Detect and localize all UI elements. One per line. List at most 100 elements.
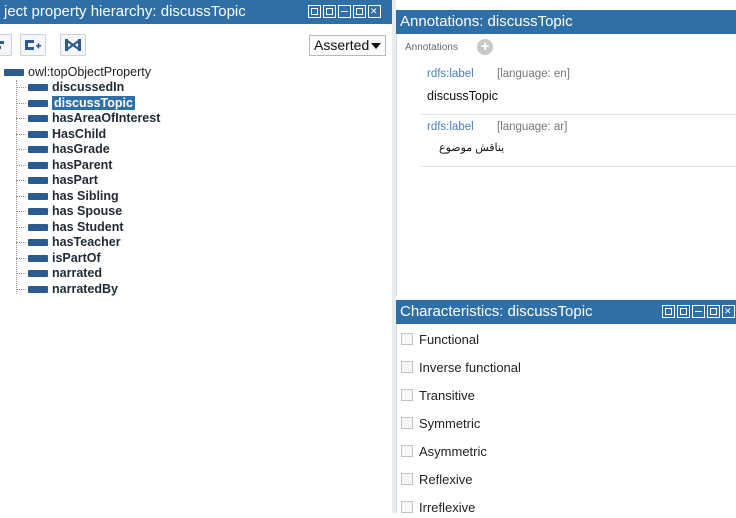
minimize-icon[interactable] [338, 5, 351, 18]
add-subproperty-button[interactable] [0, 34, 12, 56]
close-icon[interactable] [368, 5, 381, 18]
characteristics-panel: Functional Inverse functional Transitive Sy… [396, 324, 736, 515]
tree-connector [16, 102, 26, 104]
annotation-language: [language: ar] [497, 121, 568, 133]
characteristics-panel-title-bar: Characteristics: discussTopic [396, 300, 736, 324]
view-icon[interactable] [308, 5, 321, 18]
characteristic-checkbox[interactable] [401, 361, 413, 373]
tree-root-item[interactable]: owl:topObjectProperty [4, 65, 151, 79]
tree-connector [16, 195, 26, 197]
characteristic-checkbox[interactable] [401, 417, 413, 429]
tree-connector [16, 226, 26, 228]
close-icon[interactable] [722, 305, 735, 318]
characteristic-label: Functional [419, 332, 479, 347]
tree-item[interactable]: HasChild [16, 127, 106, 142]
characteristic-label: Reflexive [419, 472, 473, 487]
characteristics-panel-title: Characteristics: discussTopic [400, 303, 593, 320]
annotation-language: [language: en] [497, 68, 570, 80]
object-property-icon [28, 146, 48, 154]
maximize-icon[interactable] [707, 305, 720, 318]
asserted-inferred-dropdown[interactable]: Asserted [309, 35, 386, 56]
annotation-property-link[interactable]: rdfs:label [427, 68, 474, 80]
object-property-icon [28, 84, 48, 92]
delete-property-icon [65, 39, 81, 51]
minimize-icon[interactable] [692, 305, 705, 318]
characteristic-checkbox[interactable] [401, 333, 413, 345]
tree-connector [16, 211, 26, 213]
object-property-icon [28, 270, 48, 278]
tree-item[interactable]: hasPart [16, 173, 98, 188]
add-annotation-icon[interactable]: + [477, 39, 493, 55]
characteristic-checkbox[interactable] [401, 501, 413, 513]
tree-item-label: discussedIn [52, 80, 125, 94]
characteristics-window-controls [662, 305, 735, 319]
characteristic-option[interactable]: Asymmetric [401, 444, 487, 462]
tree-item[interactable]: discussTopic [16, 95, 135, 111]
characteristic-option[interactable]: Functional [401, 332, 479, 350]
tree-connector [16, 273, 26, 275]
characteristic-checkbox[interactable] [401, 389, 413, 401]
tree-item-label: narratedBy [52, 281, 118, 296]
tree-item[interactable]: hasGrade [16, 142, 110, 157]
view-icon[interactable] [662, 305, 675, 318]
object-property-icon [28, 285, 48, 293]
characteristic-checkbox[interactable] [401, 473, 413, 485]
object-property-icon [28, 161, 48, 169]
dropdown-selected-value: Asserted [314, 37, 370, 53]
tree-item[interactable]: discussedIn [16, 80, 124, 95]
tree-item[interactable]: narratedBy [16, 282, 118, 297]
tree-item[interactable]: hasParent [16, 158, 112, 173]
tree-item[interactable]: hasAreaOfInterest [16, 111, 160, 126]
characteristic-option[interactable]: Irreflexive [401, 500, 475, 518]
chevron-down-icon [371, 43, 381, 49]
annotation-value: discussTopic [427, 89, 498, 103]
tree-item[interactable]: has Student [16, 220, 124, 235]
split-icon[interactable] [323, 5, 336, 18]
object-property-icon [28, 130, 48, 138]
tree-item[interactable]: hasTeacher [16, 235, 121, 250]
hierarchy-window-controls [308, 5, 381, 19]
annotation-separator [421, 166, 736, 167]
object-property-icon [28, 254, 48, 262]
tree-connector [16, 149, 26, 151]
annotations-section-label: Annotations [405, 42, 458, 53]
maximize-icon[interactable] [353, 5, 366, 18]
tree-connector [16, 118, 26, 120]
object-property-icon [28, 208, 48, 216]
tree-item-label: hasParent [52, 157, 113, 172]
characteristic-label: Transitive [419, 388, 475, 403]
tree-item-label: has Student [52, 219, 124, 234]
delete-property-button[interactable] [60, 34, 86, 56]
tree-item[interactable]: isPartOf [16, 251, 101, 266]
add-sibling-property-icon [25, 40, 41, 50]
tree-item-label: narrated [52, 266, 103, 280]
tree-item-label: hasGrade [52, 142, 110, 156]
tree-item-label: discussTopic [52, 95, 135, 110]
tree-root-label: owl:topObjectProperty [28, 65, 151, 79]
tree-item-label: hasAreaOfInterest [52, 111, 161, 125]
characteristic-checkbox[interactable] [401, 445, 413, 457]
characteristic-label: Asymmetric [419, 444, 487, 459]
tree-connector [16, 180, 26, 182]
object-property-icon [4, 69, 24, 77]
tree-item-label: isPartOf [52, 250, 101, 265]
hierarchy-panel-title-bar: ject property hierarchy: discussTopic [0, 0, 392, 24]
characteristic-option[interactable]: Reflexive [401, 472, 472, 490]
tree-item-label: hasPart [52, 173, 98, 187]
add-subproperty-icon [0, 41, 4, 49]
characteristic-option[interactable]: Symmetric [401, 416, 480, 434]
split-icon[interactable] [677, 305, 690, 318]
hierarchy-panel-title: ject property hierarchy: discussTopic [4, 3, 246, 20]
characteristic-label: Inverse functional [419, 360, 521, 375]
tree-item[interactable]: has Spouse [16, 204, 122, 219]
annotation-property-link[interactable]: rdfs:label [427, 121, 474, 133]
annotation-value: يناقش موضوع [439, 142, 505, 154]
tree-item-label: HasChild [52, 126, 107, 141]
tree-item[interactable]: narrated [16, 266, 102, 281]
characteristic-option[interactable]: Inverse functional [401, 360, 521, 378]
characteristic-option[interactable]: Transitive [401, 388, 475, 406]
add-sibling-property-button[interactable] [20, 34, 46, 56]
tree-item[interactable]: has Sibling [16, 189, 119, 204]
characteristic-label: Symmetric [419, 416, 481, 431]
annotation-separator [421, 114, 736, 115]
